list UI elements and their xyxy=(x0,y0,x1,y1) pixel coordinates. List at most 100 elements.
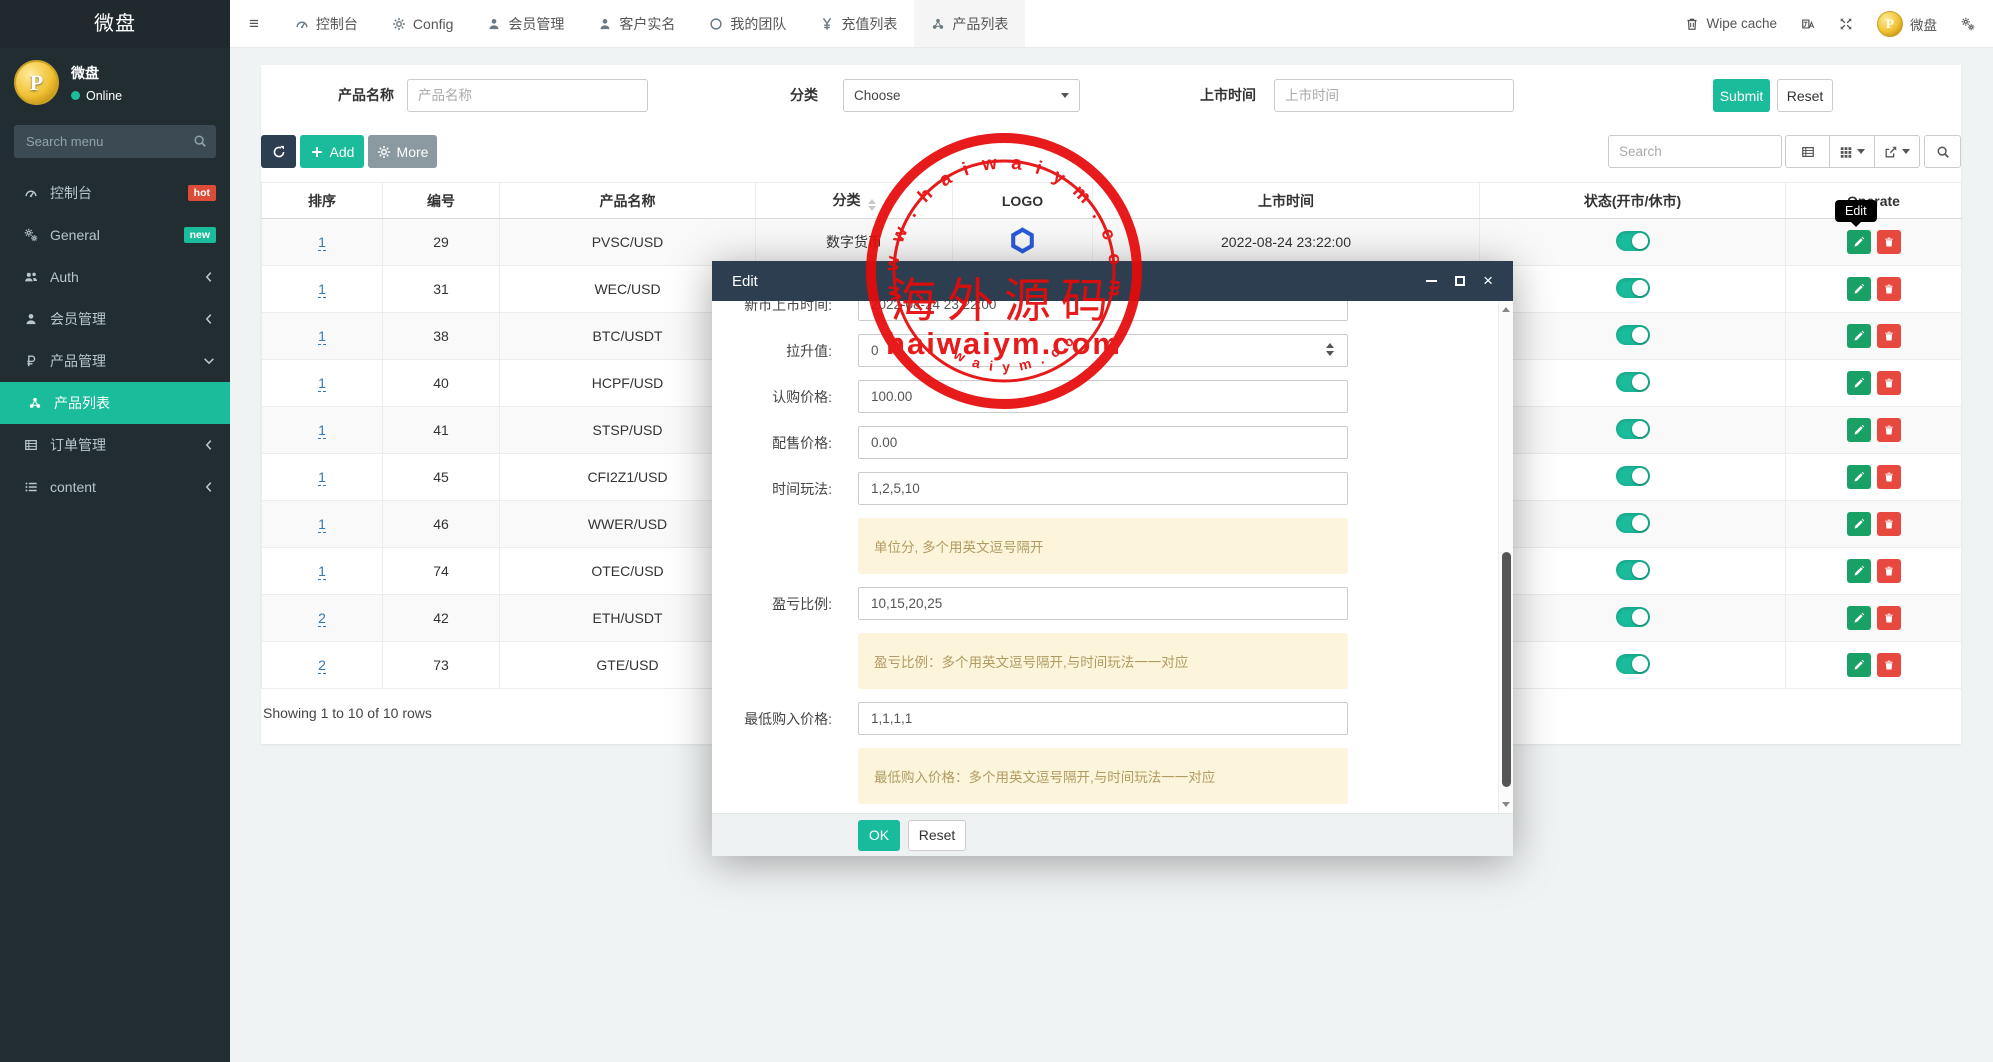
edit-button[interactable] xyxy=(1846,465,1871,489)
subscription-price-input[interactable] xyxy=(858,380,1348,413)
number-spinner[interactable] xyxy=(1326,343,1334,356)
delete-button[interactable] xyxy=(1876,371,1901,395)
trash-icon xyxy=(1883,612,1895,624)
reset-button[interactable]: Reset xyxy=(1777,79,1833,112)
sidebar-item-orders[interactable]: 订单管理 xyxy=(0,424,230,466)
sort-link[interactable]: 1 xyxy=(318,516,326,533)
more-button[interactable]: More xyxy=(368,135,437,168)
sort-link[interactable]: 1 xyxy=(318,375,326,392)
tab-dashboard[interactable]: 控制台 xyxy=(278,0,375,47)
sort-link[interactable]: 1 xyxy=(318,234,326,251)
edit-button[interactable] xyxy=(1846,512,1871,536)
modal-scrollbar[interactable] xyxy=(1498,301,1513,813)
delete-button[interactable] xyxy=(1876,559,1901,583)
ok-button[interactable]: OK xyxy=(858,819,900,851)
scroll-down-icon[interactable] xyxy=(1502,802,1510,807)
tab-product-list[interactable]: 产品列表 xyxy=(914,0,1026,47)
sidebar-menu: 控制台 hot General new Auth 会员管理 产品管理 产品列表 订单… xyxy=(0,172,230,508)
scrollbar-thumb[interactable] xyxy=(1502,551,1511,788)
add-button[interactable]: Add xyxy=(300,135,364,168)
edit-button[interactable] xyxy=(1846,324,1871,348)
product-name-input[interactable] xyxy=(407,79,648,112)
status-toggle[interactable] xyxy=(1615,606,1650,627)
sidebar-item-general[interactable]: General new xyxy=(0,214,230,256)
search-button[interactable] xyxy=(1924,135,1961,168)
status-toggle[interactable] xyxy=(1615,324,1650,345)
sort-link[interactable]: 1 xyxy=(318,422,326,439)
minimize-icon[interactable] xyxy=(1426,280,1438,282)
table-search-input[interactable] xyxy=(1608,135,1782,168)
modal-reset-button[interactable]: Reset xyxy=(908,819,966,851)
wipe-cache-button[interactable]: Wipe cache xyxy=(1685,16,1777,31)
status-toggle[interactable] xyxy=(1615,653,1650,674)
col-category[interactable]: 分类 xyxy=(755,182,953,219)
delete-button[interactable] xyxy=(1876,230,1901,254)
edit-button[interactable] xyxy=(1846,559,1871,583)
sort-link[interactable]: 1 xyxy=(318,469,326,486)
edit-button[interactable] xyxy=(1846,277,1871,301)
maximize-icon[interactable] xyxy=(1455,276,1466,286)
edit-button[interactable] xyxy=(1846,371,1871,395)
modal-header[interactable]: Edit × xyxy=(712,261,1513,301)
columns-button[interactable] xyxy=(1830,135,1875,168)
time-play-input[interactable] xyxy=(858,472,1348,505)
status-toggle[interactable] xyxy=(1615,418,1650,439)
tab-my-team[interactable]: 我的团队 xyxy=(692,0,803,47)
pull-up-value-input[interactable] xyxy=(858,334,1348,367)
sidebar-search-input[interactable] xyxy=(14,125,216,158)
export-button[interactable] xyxy=(1875,135,1920,168)
sidebar-item-content[interactable]: content xyxy=(0,466,230,508)
min-purchase-price-input[interactable] xyxy=(858,702,1348,735)
sort-link[interactable]: 2 xyxy=(318,610,326,627)
tab-kyc[interactable]: 客户实名 xyxy=(581,0,692,47)
delete-button[interactable] xyxy=(1876,606,1901,630)
status-toggle[interactable] xyxy=(1615,277,1650,298)
delete-button[interactable] xyxy=(1876,277,1901,301)
sidebar-item-dashboard[interactable]: 控制台 hot xyxy=(0,172,230,214)
tab-recharge-list[interactable]: 充值列表 xyxy=(803,0,914,47)
sort-link[interactable]: 1 xyxy=(318,281,326,298)
edit-button[interactable] xyxy=(1846,653,1871,677)
edit-button[interactable] xyxy=(1846,230,1871,254)
pagination-view-button[interactable] xyxy=(1785,135,1830,168)
sidebar-item-product-mgmt[interactable]: 产品管理 xyxy=(0,340,230,382)
status-toggle[interactable] xyxy=(1615,230,1650,251)
status-toggle[interactable] xyxy=(1615,559,1650,580)
close-icon[interactable]: × xyxy=(1483,272,1493,289)
col-logo: LOGO xyxy=(952,182,1093,219)
sort-link[interactable]: 2 xyxy=(318,657,326,674)
status-toggle[interactable] xyxy=(1615,465,1650,486)
edit-button[interactable] xyxy=(1846,418,1871,442)
tab-members[interactable]: 会员管理 xyxy=(470,0,581,47)
user-menu[interactable]: P 微盘 xyxy=(1877,10,1937,37)
fullscreen-button[interactable] xyxy=(1839,17,1853,31)
profit-loss-ratio-input[interactable] xyxy=(858,587,1348,620)
status-toggle[interactable] xyxy=(1615,371,1650,392)
submit-button[interactable]: Submit xyxy=(1713,79,1770,112)
scroll-up-icon[interactable] xyxy=(1502,307,1510,312)
delete-button[interactable] xyxy=(1876,512,1901,536)
delete-button[interactable] xyxy=(1876,653,1901,677)
plus-icon xyxy=(310,145,324,159)
tab-config[interactable]: Config xyxy=(375,0,470,47)
list-time-input[interactable] xyxy=(1274,79,1514,112)
status-toggle[interactable] xyxy=(1615,512,1650,533)
caret-down-icon xyxy=(1857,149,1865,154)
refresh-button[interactable] xyxy=(261,135,296,168)
delete-button[interactable] xyxy=(1876,418,1901,442)
sort-link[interactable]: 1 xyxy=(318,328,326,345)
sort-link[interactable]: 1 xyxy=(318,563,326,580)
edit-button[interactable] xyxy=(1846,606,1871,630)
sidebar-toggle-button[interactable]: ≡ xyxy=(230,0,278,47)
delete-button[interactable] xyxy=(1876,465,1901,489)
sidebar-item-auth[interactable]: Auth xyxy=(0,256,230,298)
placement-price-input[interactable] xyxy=(858,426,1348,459)
user-panel: P 微盘 Online xyxy=(0,48,230,115)
language-button[interactable] xyxy=(1801,17,1815,31)
category-select[interactable]: Choose xyxy=(843,79,1080,112)
new-coin-time-input[interactable] xyxy=(858,301,1348,321)
delete-button[interactable] xyxy=(1876,324,1901,348)
sidebar-item-product-list[interactable]: 产品列表 xyxy=(0,382,230,424)
settings-button[interactable] xyxy=(1961,17,1975,31)
sidebar-item-members[interactable]: 会员管理 xyxy=(0,298,230,340)
